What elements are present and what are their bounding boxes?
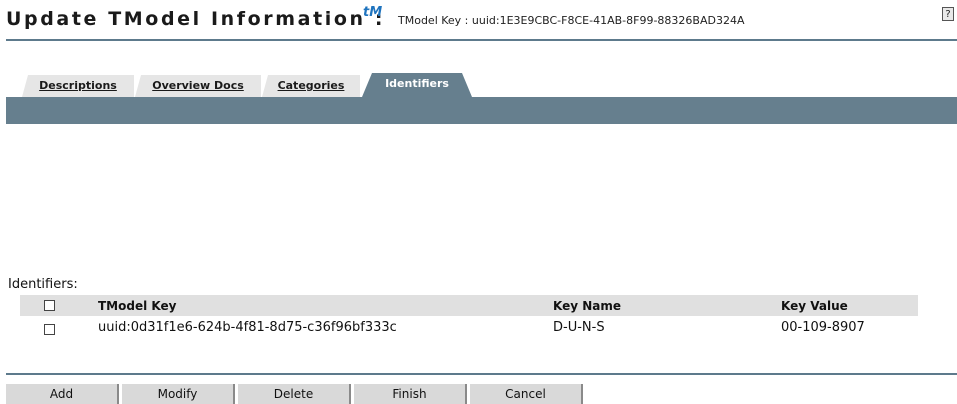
delete-button[interactable]: Delete [238, 384, 351, 404]
row-key-value: 00-109-8907 [781, 320, 865, 335]
header-divider [6, 39, 957, 41]
tab-overview-docs[interactable]: Overview Docs [135, 75, 261, 97]
modify-button[interactable]: Modify [122, 384, 235, 404]
row-tmodel-key: uuid:0d31f1e6-624b-4f81-8d75-c36f96bf333… [98, 320, 397, 335]
cancel-button[interactable]: Cancel [470, 384, 583, 404]
finish-button[interactable]: Finish [354, 384, 467, 404]
row-key-name: D-U-N-S [553, 320, 605, 335]
select-all-checkbox[interactable] [44, 300, 55, 311]
tab-content-bar [6, 97, 957, 124]
page-title: Update TModel Information : [6, 8, 386, 30]
column-header-key-value: Key Value [781, 299, 848, 313]
tab-categories[interactable]: Categories [262, 75, 360, 97]
row-checkbox[interactable] [44, 324, 55, 335]
tab-descriptions[interactable]: Descriptions [22, 75, 134, 97]
add-button[interactable]: Add [6, 384, 119, 404]
tmodel-icon: tM [363, 5, 383, 20]
help-icon[interactable]: ? [942, 7, 954, 21]
column-header-key-name: Key Name [553, 299, 622, 313]
tab-identifiers[interactable]: Identifiers [362, 73, 472, 97]
footer-divider [6, 373, 957, 375]
identifiers-label: Identifiers: [8, 277, 78, 292]
tmodel-key-text: TModel Key : uuid:1E3E9CBC-F8CE-41AB-8F9… [398, 14, 745, 27]
column-header-tmodel-key: TModel Key [98, 299, 177, 313]
